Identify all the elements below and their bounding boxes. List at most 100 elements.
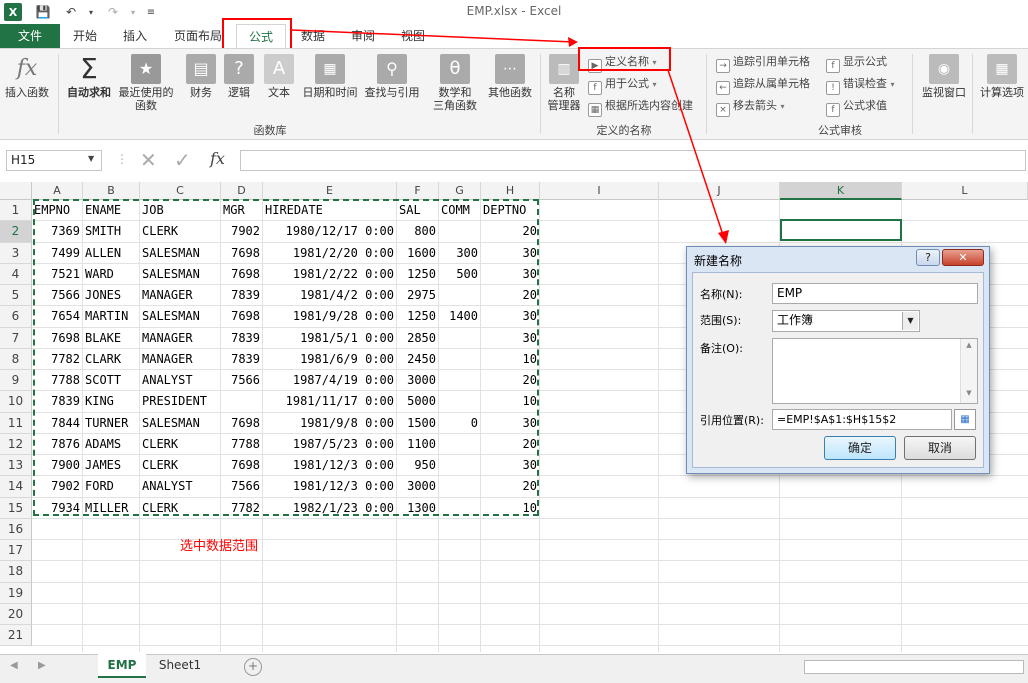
show-formulas-button[interactable]: f 显示公式 xyxy=(826,52,887,73)
scope-label: 范围(S): xyxy=(700,314,742,327)
active-cell-k2[interactable] xyxy=(780,219,902,241)
tab-review[interactable]: 审阅 xyxy=(342,24,384,48)
magnifier-icon: ⚲ xyxy=(377,54,407,84)
column-header-l[interactable]: L xyxy=(902,182,1028,200)
error-checking-button[interactable]: ! 错误检查 ▾ xyxy=(826,74,895,95)
annotation-text: 选中数据范围 xyxy=(180,539,259,554)
row-header-12[interactable]: 12 xyxy=(0,433,32,455)
add-sheet-icon[interactable]: + xyxy=(244,658,262,676)
comment-textarea[interactable] xyxy=(772,338,978,404)
sheet-tab-emp[interactable]: EMP xyxy=(98,654,146,678)
select-all-corner[interactable] xyxy=(0,182,32,200)
calculation-options-button[interactable]: ▦ 计算选项 xyxy=(976,52,1028,118)
row-header-21[interactable]: 21 xyxy=(0,625,32,647)
column-header-h[interactable]: H xyxy=(481,182,540,200)
row-header-5[interactable]: 5 xyxy=(0,285,32,307)
column-header-g[interactable]: G xyxy=(439,182,481,200)
trace-precedents-button[interactable]: → 追踪引用单元格 xyxy=(716,52,810,73)
evaluate-formula-button[interactable]: f 公式求值 xyxy=(826,96,887,117)
row-gridline xyxy=(32,560,1028,562)
comment-scrollbar[interactable]: ▲ ▼ xyxy=(960,339,977,403)
group-defined-names: 定义的名称 xyxy=(596,124,652,137)
column-header-d[interactable]: D xyxy=(221,182,263,200)
column-header-i[interactable]: I xyxy=(540,182,659,200)
scroll-right-icon[interactable]: ▶ xyxy=(38,660,46,671)
calculator-icon: ▦ xyxy=(987,54,1017,84)
name-box-dropdown-icon[interactable]: ▼ xyxy=(88,154,94,163)
row-header-2[interactable]: 2 xyxy=(0,221,32,243)
cancel-button[interactable]: 取消 xyxy=(904,436,976,460)
autosum-button[interactable]: Σ 自动求和 xyxy=(64,52,114,118)
use-in-formula-button[interactable]: f 用于公式 ▾ xyxy=(588,74,657,95)
horizontal-scrollbar[interactable] xyxy=(804,660,1024,674)
more-functions-button[interactable]: ⋯ 其他函数 xyxy=(484,52,536,118)
column-header-k[interactable]: K xyxy=(780,182,902,200)
remove-arrows-button[interactable]: × 移去箭头 ▾ xyxy=(716,96,785,117)
scroll-up-icon[interactable]: ▲ xyxy=(961,341,977,349)
datetime-button[interactable]: ▦ 日期和时间 xyxy=(300,52,360,118)
name-manager-label-2: 管理器 xyxy=(547,99,581,112)
row-header-14[interactable]: 14 xyxy=(0,476,32,498)
watch-window-button[interactable]: ◉ 监视窗口 xyxy=(916,52,972,118)
create-from-selection-label: 根据所选内容创建 xyxy=(605,99,693,112)
row-header-8[interactable]: 8 xyxy=(0,348,32,370)
recent-label-1: 最近使用的 xyxy=(118,86,174,99)
close-icon[interactable]: ✕ xyxy=(942,249,984,266)
column-header-a[interactable]: A xyxy=(32,182,83,200)
evaluate-label: 公式求值 xyxy=(843,99,887,112)
trace-dependents-icon: ← xyxy=(716,81,730,95)
text-label: 文本 xyxy=(268,86,290,99)
tab-data[interactable]: 数据 xyxy=(292,24,334,48)
help-button[interactable]: ? xyxy=(916,249,940,266)
tab-insert[interactable]: 插入 xyxy=(114,24,156,48)
row-header-7[interactable]: 7 xyxy=(0,327,32,349)
row-header-19[interactable]: 19 xyxy=(0,582,32,604)
row-header-6[interactable]: 6 xyxy=(0,306,32,328)
row-header-9[interactable]: 9 xyxy=(0,370,32,392)
sheet-tab-sheet1[interactable]: Sheet1 xyxy=(150,654,210,678)
row-header-3[interactable]: 3 xyxy=(0,242,32,264)
collapse-dialog-icon[interactable]: ▦ xyxy=(954,409,976,430)
row-header-13[interactable]: 13 xyxy=(0,455,32,477)
cancel-icon[interactable]: ✕ xyxy=(140,148,157,172)
tab-file[interactable]: 文件 xyxy=(0,24,60,48)
scope-select[interactable]: 工作簿 xyxy=(772,310,920,332)
insert-function-button[interactable]: fx 插入函数 xyxy=(4,52,50,118)
formula-input[interactable] xyxy=(240,150,1026,171)
column-header-e[interactable]: E xyxy=(263,182,397,200)
tab-home[interactable]: 开始 xyxy=(64,24,106,48)
text-button[interactable]: A 文本 xyxy=(256,52,302,118)
trace-dependents-button[interactable]: ← 追踪从属单元格 xyxy=(716,74,810,95)
math-label-1: 数学和 xyxy=(438,86,472,99)
column-header-c[interactable]: C xyxy=(140,182,221,200)
recent-functions-button[interactable]: ★ 最近使用的 函数 xyxy=(116,52,176,118)
row-header-4[interactable]: 4 xyxy=(0,263,32,285)
row-header-15[interactable]: 15 xyxy=(0,497,32,519)
row-header-11[interactable]: 11 xyxy=(0,412,32,434)
row-header-1[interactable]: 1 xyxy=(0,200,32,222)
math-button[interactable]: θ 数学和 三角函数 xyxy=(426,52,484,118)
scroll-down-icon[interactable]: ▼ xyxy=(961,389,977,397)
tab-page-layout[interactable]: 页面布局 xyxy=(168,24,228,48)
name-field[interactable]: EMP xyxy=(772,283,978,304)
row-gridline xyxy=(32,581,1028,583)
column-header-b[interactable]: B xyxy=(83,182,140,200)
column-header-j[interactable]: J xyxy=(659,182,780,200)
scope-dropdown-icon[interactable]: ▼ xyxy=(902,312,918,330)
row-header-18[interactable]: 18 xyxy=(0,561,32,583)
row-header-17[interactable]: 17 xyxy=(0,540,32,562)
tab-view[interactable]: 视图 xyxy=(392,24,434,48)
column-header-f[interactable]: F xyxy=(397,182,439,200)
lookup-button[interactable]: ⚲ 查找与引用 xyxy=(362,52,422,118)
create-from-selection-button[interactable]: ▦ 根据所选内容创建 xyxy=(588,96,693,117)
row-header-10[interactable]: 10 xyxy=(0,391,32,413)
reference-field[interactable]: =EMP!$A$1:$H$15$2 xyxy=(772,409,952,430)
separator xyxy=(912,54,913,134)
insert-function-fx-icon[interactable]: fx xyxy=(210,149,225,168)
evaluate-icon: f xyxy=(826,103,840,117)
enter-icon[interactable]: ✓ xyxy=(174,148,191,172)
scroll-left-icon[interactable]: ◀ xyxy=(10,660,18,671)
ok-button[interactable]: 确定 xyxy=(824,436,896,460)
row-header-16[interactable]: 16 xyxy=(0,518,32,540)
row-header-20[interactable]: 20 xyxy=(0,603,32,625)
